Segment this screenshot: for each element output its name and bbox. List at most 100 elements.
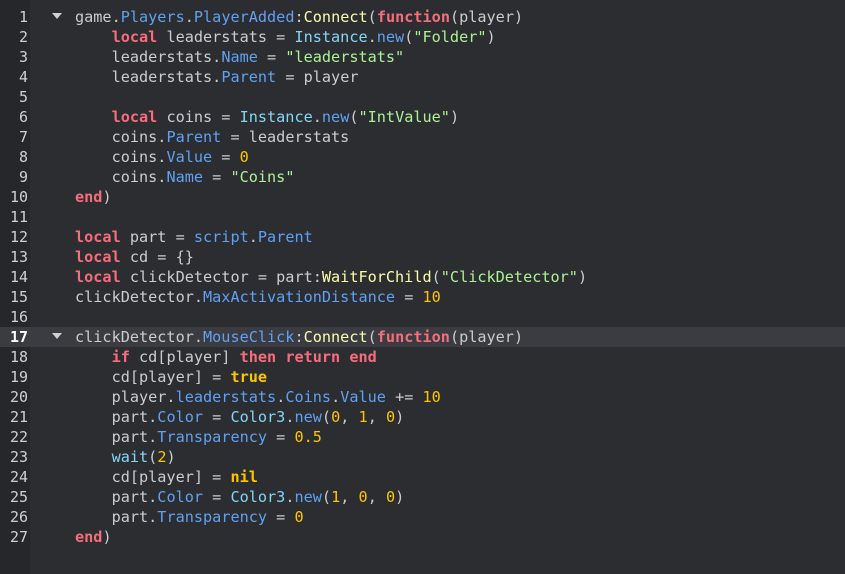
code-line[interactable]: 2 local leaderstats = Instance.new("Fold… <box>0 27 845 47</box>
code-line[interactable]: 7 coins.Parent = leaderstats <box>0 127 845 147</box>
code-text[interactable]: end) <box>75 187 112 207</box>
code-text[interactable]: end) <box>75 527 112 547</box>
token-plain: ( <box>148 448 158 466</box>
code-text[interactable]: coins.Name = "Coins" <box>75 167 295 187</box>
code-line[interactable]: 1 game.Players.PlayerAdded:Connect(functi… <box>0 7 845 27</box>
token-plain: leaderstats. <box>75 48 222 66</box>
token-plain: part. <box>75 508 158 526</box>
token-method: WaitForChild <box>321 268 432 286</box>
token-plain: (player) <box>449 8 524 26</box>
code-text[interactable]: wait(2) <box>75 447 176 467</box>
code-text[interactable]: leaderstats.Parent = player <box>75 67 359 87</box>
token-number: 0 <box>331 408 341 426</box>
code-line[interactable]: 8 coins.Value = 0 <box>0 147 845 167</box>
token-bool: nil <box>230 468 258 486</box>
code-text[interactable]: player.leaderstats.Coins.Value += 10 <box>75 387 441 407</box>
code-text[interactable]: cd[player] = true <box>75 367 267 387</box>
code-line[interactable]: 4 leaderstats.Parent = player <box>0 67 845 87</box>
token-plain: = <box>257 48 286 66</box>
code-line[interactable]: 13 local cd = {} <box>0 247 845 267</box>
code-text[interactable]: part.Color = Color3.new(1, 0, 0) <box>75 487 405 507</box>
token-plain: ) <box>102 188 112 206</box>
token-plain: part. <box>75 428 158 446</box>
code-editor[interactable]: 1 game.Players.PlayerAdded:Connect(functi… <box>0 0 845 574</box>
code-text[interactable]: part.Transparency = 0.5 <box>75 427 322 447</box>
code-text[interactable]: part.Color = Color3.new(0, 1, 0) <box>75 407 405 427</box>
code-text[interactable]: clickDetector.MaxActivationDistance = 10 <box>75 287 441 307</box>
code-text[interactable]: local leaderstats = Instance.new("Folder… <box>75 27 496 47</box>
token-keyword: local <box>111 108 158 126</box>
code-line[interactable]: 15 clickDetector.MaxActivationDistance = … <box>0 287 845 307</box>
code-lines[interactable]: 1 game.Players.PlayerAdded:Connect(functi… <box>0 7 845 547</box>
code-line[interactable]: 20 player.leaderstats.Coins.Value += 10 <box>0 387 845 407</box>
code-line[interactable]: 10 end) <box>0 187 845 207</box>
code-line[interactable]: 18 if cd[player] then return end <box>0 347 845 367</box>
token-plain: coins. <box>75 148 167 166</box>
code-line[interactable]: 9 coins.Name = "Coins" <box>0 167 845 187</box>
token-number: 10 <box>422 388 441 406</box>
code-line[interactable]: 3 leaderstats.Name = "leaderstats" <box>0 47 845 67</box>
line-number: 19 <box>9 368 28 386</box>
token-string: "IntValue" <box>358 108 450 126</box>
chevron-down-icon[interactable] <box>52 333 62 339</box>
token-member: script <box>193 228 249 246</box>
code-text[interactable]: if cd[player] then return end <box>75 347 377 367</box>
token-keyword: end <box>349 348 377 366</box>
code-line[interactable]: 14 local clickDetector = part:WaitForChil… <box>0 267 845 287</box>
token-keyword: function <box>376 8 450 26</box>
token-plain: ) <box>486 28 496 46</box>
token-member: MouseClick <box>203 328 295 346</box>
line-number: 22 <box>9 428 28 446</box>
code-line[interactable]: 11 <box>0 207 845 227</box>
code-text[interactable]: game.Players.PlayerAdded:Connect(functio… <box>75 7 523 27</box>
code-line[interactable]: 6 local coins = Instance.new("IntValue") <box>0 107 845 127</box>
code-line[interactable]: 5 <box>0 87 845 107</box>
token-plain: ) <box>102 528 112 546</box>
code-line[interactable]: 19 cd[player] = true <box>0 367 845 387</box>
token-member: Color <box>157 488 204 506</box>
token-builtin: wait <box>111 448 149 466</box>
code-text[interactable]: local coins = Instance.new("IntValue") <box>75 107 460 127</box>
token-plain: part = <box>120 228 194 246</box>
code-text[interactable]: coins.Parent = leaderstats <box>75 127 350 147</box>
code-line[interactable]: 23 wait(2) <box>0 447 845 467</box>
token-member: PlayerAdded <box>193 8 295 26</box>
token-plain: , <box>340 408 359 426</box>
code-line[interactable]: 17 clickDetector.MouseClick:Connect(funct… <box>0 327 845 347</box>
code-line[interactable]: 25 part.Color = Color3.new(1, 0, 0) <box>0 487 845 507</box>
code-text[interactable]: part.Transparency = 0 <box>75 507 304 527</box>
token-plain: cd[player] = <box>75 368 231 386</box>
token-plain: . <box>331 388 341 406</box>
code-text[interactable]: cd[player] = nil <box>75 467 258 487</box>
code-text[interactable]: leaderstats.Name = "leaderstats" <box>75 47 405 67</box>
code-line[interactable]: 16 <box>0 307 845 327</box>
token-plain: (player) <box>449 328 524 346</box>
token-plain: ) <box>577 268 588 286</box>
code-line[interactable]: 12 local part = script.Parent <box>0 227 845 247</box>
code-line[interactable]: 26 part.Transparency = 0 <box>0 507 845 527</box>
code-text[interactable]: local clickDetector = part:WaitForChild(… <box>75 267 587 287</box>
line-number: 11 <box>9 208 28 226</box>
code-text[interactable]: local cd = {} <box>75 247 194 267</box>
code-line[interactable]: 21 part.Color = Color3.new(0, 1, 0) <box>0 407 845 427</box>
token-plain: = <box>203 408 231 426</box>
line-number: 18 <box>9 348 28 366</box>
code-line[interactable]: 22 part.Transparency = 0.5 <box>0 427 845 447</box>
token-plain: , <box>367 488 386 506</box>
token-plain: game. <box>75 8 121 26</box>
token-plain: = leaderstats <box>221 128 350 146</box>
token-number: 0 <box>294 508 304 526</box>
code-text[interactable]: local part = script.Parent <box>75 227 313 247</box>
token-plain: . <box>276 388 286 406</box>
code-line[interactable]: 24 cd[player] = nil <box>0 467 845 487</box>
code-text[interactable]: coins.Value = 0 <box>75 147 249 167</box>
token-member: Parent <box>221 68 277 86</box>
token-string: "Coins" <box>230 168 295 186</box>
token-plain: cd[player] <box>129 348 240 366</box>
chevron-down-icon[interactable] <box>52 13 62 19</box>
token-plain: coins = <box>157 108 240 126</box>
code-line[interactable]: 27 end) <box>0 527 845 547</box>
code-text[interactable]: clickDetector.MouseClick:Connect(functio… <box>75 327 523 347</box>
token-member: new <box>294 408 322 426</box>
